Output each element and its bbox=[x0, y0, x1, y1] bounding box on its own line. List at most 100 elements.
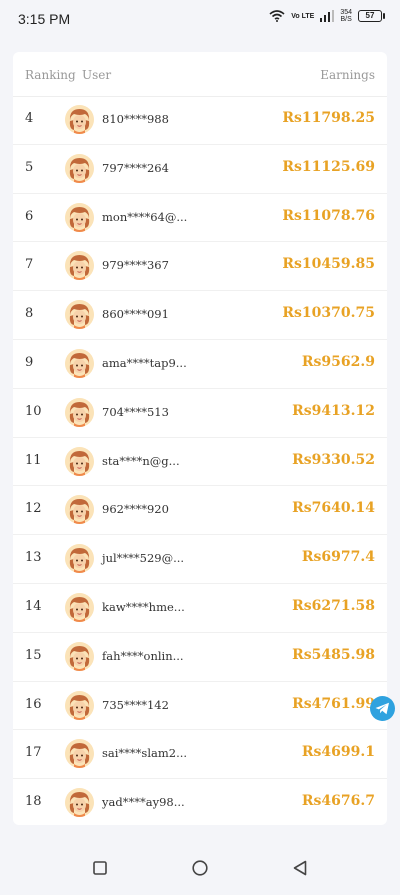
row-earnings: Rs7640.14 bbox=[292, 500, 375, 517]
table-header: Ranking User Earnings bbox=[13, 52, 387, 97]
telegram-button[interactable] bbox=[370, 696, 395, 721]
table-row: 12 962****920 Rs7640.14 bbox=[13, 486, 387, 536]
row-user: 735****142 bbox=[102, 697, 169, 712]
table-row: 18 yad****ay98... Rs4676.7 bbox=[13, 779, 387, 828]
row-earnings: Rs4699.1 bbox=[301, 744, 375, 761]
row-earnings: Rs5485.98 bbox=[292, 646, 375, 663]
cartoon-avatar-icon bbox=[65, 544, 94, 574]
circle-icon bbox=[192, 860, 208, 876]
avatar bbox=[65, 739, 94, 769]
avatar bbox=[65, 349, 94, 378]
triangle-back-icon bbox=[293, 860, 307, 876]
recent-apps-button[interactable] bbox=[90, 858, 110, 878]
row-rank: 8 bbox=[25, 306, 34, 322]
telegram-icon bbox=[375, 702, 389, 715]
home-button[interactable] bbox=[190, 858, 210, 878]
ranking-card: Ranking User Earnings 4 810****988 Rs117… bbox=[13, 52, 387, 825]
wifi-icon bbox=[269, 10, 285, 22]
table-row: 4 810****988 Rs11798.25 bbox=[13, 96, 387, 145]
status-icons: Vo LTE 354 B/S 57 bbox=[269, 9, 385, 23]
earnings-header: Earnings bbox=[320, 68, 375, 82]
row-earnings: Rs4676.7 bbox=[301, 793, 375, 810]
row-earnings: Rs9562.9 bbox=[301, 354, 375, 370]
row-user: 704****513 bbox=[102, 404, 169, 419]
table-row: 14 kaw****hme... Rs6271.58 bbox=[13, 584, 387, 633]
row-rank: 4 bbox=[25, 111, 34, 126]
table-row: 7 979****367 Rs10459.85 bbox=[13, 242, 387, 292]
row-rank: 13 bbox=[25, 550, 42, 566]
table-row: 16 735****142 Rs4761.99 bbox=[13, 682, 387, 731]
row-user: 962****920 bbox=[102, 502, 169, 517]
row-user: 810****988 bbox=[102, 112, 169, 126]
cartoon-avatar-icon bbox=[65, 690, 94, 720]
avatar bbox=[65, 251, 94, 281]
row-rank: 6 bbox=[25, 208, 34, 224]
row-user: jul****529@... bbox=[102, 551, 185, 566]
row-earnings: Rs4761.99 bbox=[292, 695, 375, 712]
cartoon-avatar-icon bbox=[65, 788, 94, 818]
row-user: 860****091 bbox=[102, 307, 169, 322]
cartoon-avatar-icon bbox=[65, 641, 94, 671]
network-speed-unit: B/S bbox=[340, 16, 352, 23]
battery-icon: 57 bbox=[358, 10, 385, 22]
table-row: 9 ama****tap9... Rs9562.9 bbox=[13, 340, 387, 389]
row-earnings: Rs6271.58 bbox=[292, 598, 375, 614]
network-type-label: Vo LTE bbox=[291, 12, 315, 20]
avatar bbox=[65, 105, 94, 134]
back-button[interactable] bbox=[290, 858, 310, 878]
row-rank: 16 bbox=[25, 696, 42, 712]
ranking-header: Ranking bbox=[25, 68, 76, 82]
row-earnings: Rs10459.85 bbox=[282, 256, 375, 273]
row-earnings: Rs10370.75 bbox=[282, 305, 375, 322]
cartoon-avatar-icon bbox=[65, 495, 94, 525]
row-earnings: Rs9413.12 bbox=[292, 402, 375, 419]
row-earnings: Rs11798.25 bbox=[282, 110, 375, 126]
table-row: 6 mon****64@... Rs11078.76 bbox=[13, 194, 387, 243]
row-user: sta****n@g... bbox=[102, 453, 180, 468]
avatar bbox=[65, 495, 94, 525]
cartoon-avatar-icon bbox=[65, 593, 94, 622]
cartoon-avatar-icon bbox=[65, 349, 94, 378]
cartoon-avatar-icon bbox=[65, 105, 94, 134]
row-rank: 18 bbox=[25, 794, 42, 810]
avatar bbox=[65, 788, 94, 818]
row-rank: 5 bbox=[25, 159, 34, 175]
row-user: sai****slam2... bbox=[102, 746, 188, 761]
avatar bbox=[65, 397, 94, 427]
row-earnings: Rs6977.4 bbox=[301, 549, 375, 566]
row-user: 797****264 bbox=[102, 160, 169, 175]
row-rank: 9 bbox=[25, 355, 34, 370]
table-row: 17 sai****slam2... Rs4699.1 bbox=[13, 730, 387, 780]
table-row: 15 fah****onlin... Rs5485.98 bbox=[13, 633, 387, 682]
network-speed-value: 354 bbox=[340, 9, 352, 16]
avatar bbox=[65, 641, 94, 671]
avatar bbox=[65, 153, 94, 183]
avatar bbox=[65, 446, 94, 476]
cartoon-avatar-icon bbox=[65, 202, 94, 232]
row-rank: 15 bbox=[25, 647, 42, 663]
cartoon-avatar-icon bbox=[65, 300, 94, 330]
square-icon bbox=[93, 861, 107, 875]
avatar bbox=[65, 593, 94, 622]
avatar bbox=[65, 300, 94, 330]
row-rank: 17 bbox=[25, 745, 42, 761]
avatar bbox=[65, 690, 94, 720]
row-earnings: Rs11125.69 bbox=[282, 158, 375, 175]
status-time: 3:15 PM bbox=[18, 11, 71, 27]
table-row: 13 jul****529@... Rs6977.4 bbox=[13, 535, 387, 584]
cartoon-avatar-icon bbox=[65, 739, 94, 769]
row-rank: 12 bbox=[25, 501, 42, 517]
table-row: 8 860****091 Rs10370.75 bbox=[13, 291, 387, 340]
table-row: 11 sta****n@g... Rs9330.52 bbox=[13, 438, 387, 487]
row-rank: 10 bbox=[25, 403, 42, 419]
row-user: mon****64@... bbox=[102, 209, 188, 224]
avatar bbox=[65, 544, 94, 574]
row-user: kaw****hme... bbox=[102, 600, 185, 614]
cartoon-avatar-icon bbox=[65, 446, 94, 476]
cartoon-avatar-icon bbox=[65, 251, 94, 281]
navigation-bar bbox=[0, 840, 400, 895]
cartoon-avatar-icon bbox=[65, 153, 94, 183]
row-user: 979****367 bbox=[102, 258, 169, 273]
row-rank: 7 bbox=[25, 257, 34, 273]
table-row: 5 797****264 Rs11125.69 bbox=[13, 145, 387, 194]
